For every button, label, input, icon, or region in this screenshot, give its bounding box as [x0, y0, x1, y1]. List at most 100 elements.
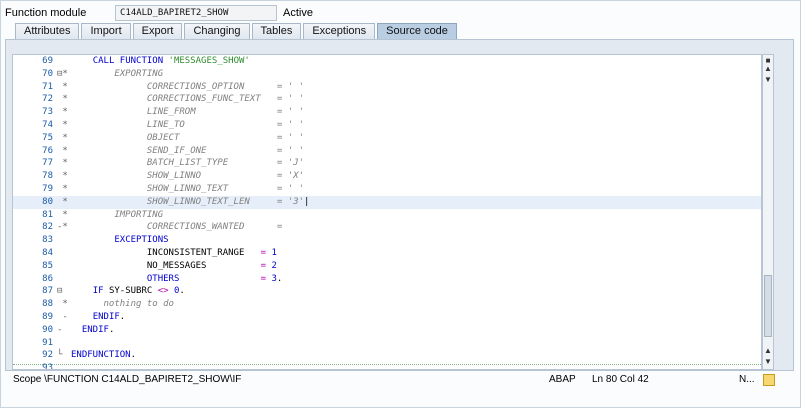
fold-marker: └: [57, 350, 63, 361]
code-editor[interactable]: 69 CALL FUNCTION 'MESSAGES_SHOW' 70 ⊟* EXP…: [12, 54, 762, 370]
tab-attributes[interactable]: Attributes: [15, 23, 80, 39]
code-line[interactable]: 93: [13, 362, 761, 370]
tab-changing[interactable]: Changing: [184, 23, 250, 39]
code-token: INCONSISTENT_RANGE: [71, 248, 261, 258]
line-number: 89: [42, 312, 53, 322]
code-token: CORRECTIONS_FUNC_TEXT = ' ': [71, 94, 304, 105]
tab-tables[interactable]: Tables: [251, 23, 302, 39]
code-text: EXPORTING: [71, 68, 163, 81]
code-text: ENDFUNCTION.: [71, 349, 136, 362]
line-number: 85: [42, 260, 53, 271]
code-line[interactable]: 79 * SHOW_LINNO_TEXT = ' ': [13, 183, 761, 196]
line-number: 79: [42, 184, 53, 194]
code-line[interactable]: 69 CALL FUNCTION 'MESSAGES_SHOW': [13, 55, 761, 68]
line-number: 82: [42, 222, 53, 233]
fold-marker: *: [57, 94, 68, 105]
code-text: CALL FUNCTION 'MESSAGES_SHOW': [71, 55, 250, 68]
code-token: .: [108, 324, 115, 335]
fold-marker: -: [57, 312, 68, 322]
fold-marker: *: [57, 171, 68, 182]
editor-vertical-scrollbar[interactable]: ■ ▲ ▼ ▲ ▼: [762, 54, 774, 370]
tab-export[interactable]: Export: [132, 23, 183, 39]
line-number: 70: [42, 68, 53, 79]
code-token: SHOW_LINNO_TEXT = ' ': [71, 184, 304, 194]
code-line[interactable]: 75 * OBJECT = ' ': [13, 132, 761, 145]
code-token: ENDIF: [81, 324, 109, 335]
code-line[interactable]: 74 * LINE_TO = ' ': [13, 119, 761, 132]
function-module-label: Function module: [5, 7, 87, 19]
line-number: 80: [42, 196, 53, 207]
code-token: SY-SUBRC: [103, 286, 158, 297]
tab-source-code[interactable]: Source code: [377, 23, 457, 39]
code-token: IF: [92, 286, 104, 297]
fold-marker[interactable]: ⊟: [57, 285, 71, 298]
code-line[interactable]: 84 INCONSISTENT_RANGE = 1: [13, 247, 761, 260]
code-text: LINE_TO = ' ': [71, 119, 304, 132]
scroll-thumb[interactable]: [764, 275, 772, 337]
code-token: CORRECTIONS_WANTED =: [71, 222, 283, 233]
code-line[interactable]: 70 ⊟* EXPORTING: [13, 68, 761, 81]
code-token: SEND_IF_ONE = ' ': [71, 145, 304, 156]
scroll-down-icon[interactable]: ▼: [763, 75, 773, 85]
line-number: 88: [42, 299, 53, 310]
code-line[interactable]: 87 ⊟ IF SY-SUBRC <> 0.: [13, 285, 761, 298]
line-number: 86: [42, 273, 53, 284]
scroll-up-icon-bottom[interactable]: ▲: [763, 346, 773, 356]
line-number: 69: [42, 56, 53, 66]
code-token: 0: [168, 286, 180, 297]
fold-marker: *: [57, 145, 68, 156]
status-bar: Scope \FUNCTION C14ALD_BAPIRET2_SHOW\IF …: [5, 371, 794, 389]
code-line[interactable]: 76 * SEND_IF_ONE = ' ': [13, 145, 761, 158]
code-text: OBJECT = ' ': [71, 132, 304, 145]
code-text: CORRECTIONS_WANTED =: [71, 221, 282, 234]
code-token: 3: [266, 273, 277, 284]
code-line[interactable]: 82 -* CORRECTIONS_WANTED =: [13, 221, 761, 234]
code-text: CORRECTIONS_FUNC_TEXT = ' ': [71, 93, 304, 106]
code-token: OBJECT = ' ': [71, 132, 304, 143]
code-token: SHOW_LINNO_TEXT_LEN = '3': [71, 196, 304, 207]
line-number: 91: [42, 337, 53, 348]
code-line[interactable]: 85 NO_MESSAGES = 2: [13, 260, 761, 273]
code-token: .: [276, 273, 283, 284]
code-line[interactable]: 78 * SHOW_LINNO = 'X': [13, 170, 761, 183]
code-line[interactable]: 90- ENDIF.: [13, 324, 761, 337]
tab-import[interactable]: Import: [81, 23, 131, 39]
code-token: .: [119, 312, 126, 322]
code-line[interactable]: 88 * nothing to do: [13, 298, 761, 311]
code-line[interactable]: 86 OTHERS = 3.: [13, 273, 761, 286]
line-number: 93: [42, 363, 53, 370]
code-line[interactable]: 73 * LINE_FROM = ' ': [13, 106, 761, 119]
function-module-name-field[interactable]: C14ALD_BAPIRET2_SHOW: [115, 5, 277, 21]
code-text: NO_MESSAGES = 2: [71, 260, 277, 273]
fold-marker: -: [57, 324, 63, 335]
code-token: ENDFUNCTION: [71, 350, 131, 361]
code-line[interactable]: 81 * IMPORTING: [13, 209, 761, 222]
code-token: EXCEPTIONS: [114, 235, 169, 246]
code-line[interactable]: 89 - ENDIF.: [13, 311, 761, 324]
scroll-up-icon[interactable]: ▲: [763, 64, 773, 74]
tab-strip: Attributes Import Export Changing Tables Exce…: [15, 23, 459, 39]
code-line[interactable]: 77 * BATCH_LIST_TYPE = 'J': [13, 157, 761, 170]
fold-marker: *: [57, 120, 68, 130]
code-line[interactable]: 80 * SHOW_LINNO_TEXT_LEN = '3'|: [13, 195, 761, 209]
code-text: EXCEPTIONS: [71, 234, 169, 247]
code-line[interactable]: 83 EXCEPTIONS: [13, 234, 761, 247]
code-text: OTHERS = 3.: [71, 273, 282, 286]
line-number: 76: [42, 145, 53, 156]
code-line[interactable]: 91: [13, 337, 761, 350]
options-icon[interactable]: [763, 374, 775, 386]
code-token: |: [304, 196, 310, 207]
fold-marker: *: [57, 158, 68, 169]
code-token: LINE_FROM = ' ': [71, 107, 304, 118]
line-number: 72: [42, 94, 53, 105]
code-line[interactable]: 72 * CORRECTIONS_FUNC_TEXT = ' ': [13, 93, 761, 106]
code-line[interactable]: 92 └ ENDFUNCTION.: [13, 349, 761, 362]
scroll-down-icon-bottom[interactable]: ▼: [763, 357, 773, 367]
fold-marker: *: [57, 132, 68, 143]
tab-exceptions[interactable]: Exceptions: [303, 23, 376, 39]
code-token: BATCH_LIST_TYPE = 'J': [71, 158, 304, 169]
code-line[interactable]: 71 * CORRECTIONS_OPTION = ' ': [13, 81, 761, 94]
fold-marker[interactable]: ⊟*: [57, 68, 71, 81]
